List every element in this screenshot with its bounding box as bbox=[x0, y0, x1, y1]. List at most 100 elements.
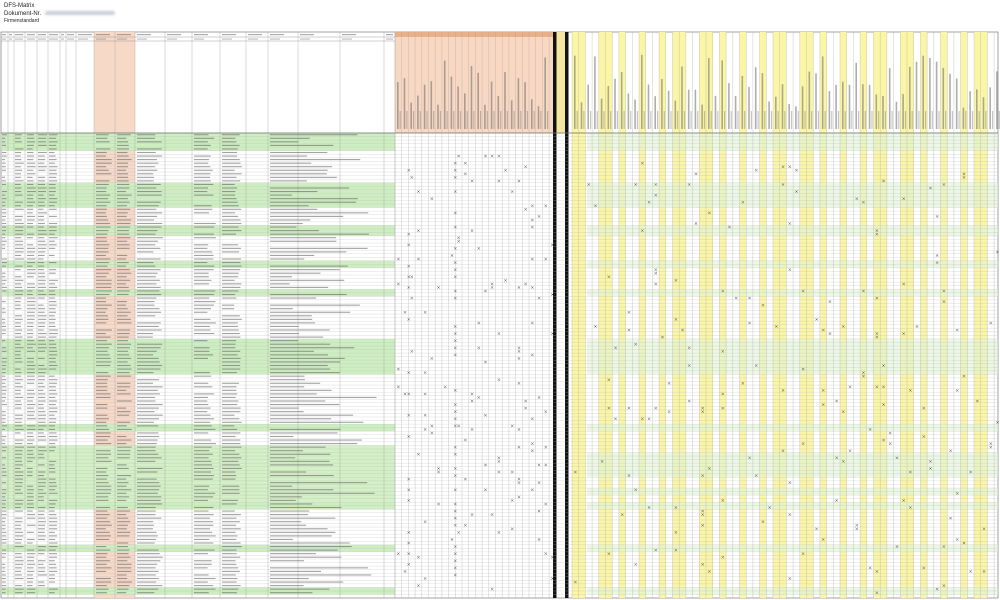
table-row-highlight bbox=[587, 360, 998, 364]
cell-text bbox=[194, 553, 208, 555]
cell-text bbox=[96, 269, 112, 271]
header-cell-text bbox=[67, 34, 74, 36]
rotated-header-code bbox=[610, 111, 612, 129]
rotated-header-code bbox=[958, 111, 960, 129]
cell-text bbox=[49, 208, 57, 210]
cell-text bbox=[96, 141, 110, 143]
rotated-header-code bbox=[904, 111, 907, 129]
cell-text bbox=[137, 290, 160, 292]
cell-text bbox=[15, 428, 24, 430]
cell-text bbox=[137, 432, 159, 434]
cell-text bbox=[270, 567, 369, 569]
cell-text bbox=[222, 531, 236, 533]
table-row-highlight bbox=[587, 140, 998, 144]
cell-text bbox=[137, 404, 163, 406]
rotated-header-label bbox=[949, 73, 951, 129]
cell-text bbox=[270, 393, 317, 395]
rotated-header-label bbox=[882, 95, 884, 129]
cell-text bbox=[117, 194, 132, 196]
cell-text bbox=[117, 514, 127, 516]
cell-text bbox=[137, 556, 163, 558]
cell-text bbox=[2, 134, 7, 136]
cell-text bbox=[2, 425, 7, 427]
cell-text bbox=[96, 205, 107, 207]
cell-text bbox=[137, 389, 158, 391]
cell-text bbox=[222, 201, 238, 203]
cell-text bbox=[15, 567, 22, 569]
cell-text bbox=[117, 343, 131, 345]
rotated-header-label bbox=[437, 104, 439, 129]
cell-text bbox=[194, 304, 215, 306]
table-row-highlight bbox=[587, 204, 998, 208]
cell-text bbox=[222, 244, 238, 246]
cell-text bbox=[27, 329, 33, 331]
table-row-highlight bbox=[587, 459, 998, 464]
cell-text bbox=[15, 169, 23, 171]
cell-text bbox=[49, 347, 57, 349]
cell-text bbox=[2, 517, 6, 519]
cell-text bbox=[270, 226, 297, 228]
cell-text bbox=[117, 141, 129, 143]
rotated-header-code bbox=[971, 111, 974, 129]
cell-text bbox=[137, 286, 161, 288]
cell-text bbox=[15, 464, 23, 466]
header-cell-text bbox=[167, 34, 181, 36]
cell-text bbox=[222, 471, 236, 473]
cell-text bbox=[15, 538, 23, 540]
rotated-header-code bbox=[459, 111, 462, 129]
cell-text bbox=[2, 393, 6, 395]
cell-text bbox=[222, 549, 237, 551]
cell-text bbox=[194, 549, 215, 551]
cell-text bbox=[38, 343, 47, 345]
header-cell-text bbox=[61, 38, 64, 40]
cell-text bbox=[2, 166, 6, 168]
cell-text bbox=[2, 183, 6, 185]
cell-text bbox=[222, 166, 242, 168]
cell-text bbox=[270, 546, 352, 548]
cell-text bbox=[222, 226, 239, 228]
cell-text bbox=[38, 446, 46, 448]
cell-text bbox=[27, 553, 36, 555]
cell-text bbox=[117, 201, 130, 203]
cell-text bbox=[38, 535, 46, 537]
rotated-header-code bbox=[703, 111, 706, 129]
cell-text bbox=[137, 304, 155, 306]
cell-text bbox=[222, 354, 238, 356]
cell-text bbox=[96, 492, 111, 494]
cell-text bbox=[96, 194, 111, 196]
rotated-header-label bbox=[868, 84, 871, 129]
cell-text bbox=[2, 489, 7, 491]
cell-text bbox=[38, 368, 47, 370]
cell-text bbox=[270, 510, 310, 512]
cell-text bbox=[96, 556, 107, 558]
cell-text bbox=[222, 574, 236, 576]
cell-text bbox=[270, 460, 330, 462]
cell-text bbox=[270, 506, 342, 509]
cell-text bbox=[49, 350, 58, 352]
cell-text bbox=[15, 240, 24, 242]
cell-text bbox=[222, 286, 241, 288]
cell-text bbox=[27, 364, 36, 367]
table-row-highlight bbox=[587, 225, 998, 229]
cell-text bbox=[96, 173, 112, 175]
cell-text bbox=[222, 421, 242, 423]
cell-text bbox=[222, 372, 237, 374]
rotated-header-label bbox=[855, 62, 857, 129]
cell-text bbox=[15, 450, 23, 452]
cell-text bbox=[49, 325, 56, 327]
cell-text bbox=[117, 485, 127, 487]
cell-text bbox=[194, 531, 213, 533]
cell-text bbox=[222, 272, 239, 274]
cell-text bbox=[137, 393, 160, 395]
rotated-header-code bbox=[526, 111, 529, 129]
cell-text bbox=[194, 318, 211, 320]
cell-text bbox=[38, 478, 47, 480]
rotated-header-label bbox=[531, 99, 533, 129]
cell-text bbox=[96, 347, 110, 349]
cell-text bbox=[38, 350, 46, 352]
cell-text bbox=[194, 301, 216, 303]
cell-text bbox=[96, 467, 108, 469]
cell-text bbox=[38, 272, 45, 274]
cell-text bbox=[222, 538, 237, 540]
cell-text bbox=[222, 521, 240, 523]
